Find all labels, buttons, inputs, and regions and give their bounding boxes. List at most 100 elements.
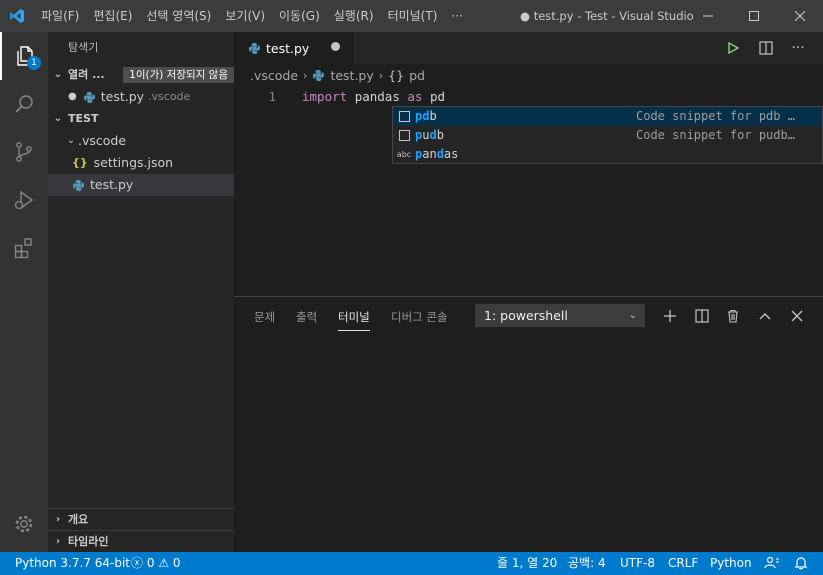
explorer-badge: 1: [27, 56, 41, 70]
code-keyword: as: [407, 89, 423, 104]
live-share-button[interactable]: [764, 552, 780, 575]
tab-output[interactable]: 출력: [296, 307, 317, 331]
trash-icon: [728, 309, 738, 323]
open-editor-item[interactable]: ● test.py .vscode: [48, 86, 234, 108]
maximize-panel-button[interactable]: [753, 304, 777, 328]
tree-file-test[interactable]: test.py: [48, 174, 234, 196]
tree-file-label: test.py: [90, 177, 134, 192]
activity-bar: 1: [0, 32, 48, 552]
menu-selection[interactable]: 선택 영역(S): [139, 0, 218, 32]
suggestion-detail: Code snippet for pudb…: [636, 128, 795, 142]
breadcrumb-symbol[interactable]: pd: [409, 68, 425, 83]
tab-test-py[interactable]: test.py: [234, 32, 354, 64]
unsaved-badge: 1이(가) 저장되지 않음: [123, 67, 234, 83]
chevron-right-icon: ›: [55, 514, 61, 525]
breadcrumb-file[interactable]: test.py: [330, 68, 373, 83]
variable-icon: {}: [388, 67, 405, 83]
close-panel-button[interactable]: [785, 304, 809, 328]
search-activity[interactable]: [0, 80, 48, 128]
text-kind-icon: abc: [396, 150, 412, 159]
window-title: ● test.py - Test - Visual Studio: [520, 9, 694, 23]
python-interpreter[interactable]: Python 3.7.7 64-bit: [15, 552, 130, 575]
python-file-icon: [313, 69, 325, 81]
extensions-activity[interactable]: [0, 224, 48, 272]
language-mode[interactable]: Python: [710, 552, 752, 575]
json-file-icon: {}: [72, 156, 88, 169]
cursor-position[interactable]: 줄 1, 열 20: [497, 552, 557, 575]
unsaved-dot-icon: ●: [68, 91, 77, 102]
code-keyword: import: [302, 89, 348, 104]
new-terminal-button[interactable]: [658, 304, 682, 328]
kill-terminal-button[interactable]: [721, 304, 745, 328]
suggestion-item[interactable]: pdb Code snippet for pdb …: [393, 107, 822, 126]
timeline-label: 타임라인: [68, 535, 109, 548]
minimize-icon: [703, 15, 713, 17]
open-editor-filename: test.py: [100, 89, 145, 104]
encoding[interactable]: UTF-8: [620, 552, 655, 575]
open-editors-section[interactable]: ⌄ 열려 ... 1이(가) 저장되지 않음: [48, 64, 234, 86]
menu-go[interactable]: 이동(G): [272, 0, 327, 32]
menu-terminal[interactable]: 터미널(T): [381, 0, 445, 32]
menu-bar: 파일(F) 편집(E) 선택 영역(S) 보기(V) 이동(G) 실행(R) 터…: [34, 0, 470, 32]
more-actions-button[interactable]: ···: [784, 32, 812, 64]
suggestion-item[interactable]: abc pandas: [393, 145, 822, 164]
feedback-icon: [764, 556, 779, 569]
split-terminal-button[interactable]: [690, 304, 714, 328]
chevron-down-icon: ⌄: [628, 310, 637, 321]
sidebar-title: 탐색기: [68, 41, 99, 54]
chevron-down-icon: ⌄: [53, 69, 63, 80]
play-icon: [728, 42, 739, 54]
menu-view[interactable]: 보기(V): [218, 0, 272, 32]
folder-section[interactable]: ⌄ TEST: [48, 108, 234, 130]
source-control-icon: [16, 142, 32, 162]
suggestion-item[interactable]: pudb Code snippet for pudb…: [393, 126, 822, 145]
tab-debug-console[interactable]: 디버그 콘솔: [391, 307, 448, 331]
gear-icon: [15, 515, 33, 533]
tab-problems[interactable]: 문제: [254, 307, 275, 331]
notifications-button[interactable]: [794, 552, 808, 575]
terminal-select[interactable]: 1: powershell ⌄: [475, 304, 645, 327]
close-icon: [791, 310, 803, 322]
chevron-right-icon: ›: [303, 68, 308, 82]
outline-label: 개요: [68, 513, 89, 526]
menu-file[interactable]: 파일(F): [34, 0, 86, 32]
split-editor-button[interactable]: [752, 32, 780, 64]
tree-file-label: settings.json: [93, 155, 174, 170]
warning-count: 0: [172, 556, 181, 570]
bottom-panel: 문제 출력 터미널 디버그 콘솔 1: powershell ⌄: [234, 296, 823, 552]
tree-folder-label: .vscode: [78, 133, 127, 148]
line-ending[interactable]: CRLF: [668, 552, 698, 575]
run-file-button[interactable]: [719, 32, 747, 64]
tree-file-settings[interactable]: {} settings.json: [48, 152, 234, 174]
breadcrumb-folder[interactable]: .vscode: [250, 68, 298, 83]
menu-edit[interactable]: 편집(E): [86, 0, 139, 32]
folder-label: TEST: [68, 112, 99, 125]
run-debug-activity[interactable]: [0, 176, 48, 224]
suggestion-detail: Code snippet for pdb …: [636, 109, 795, 123]
minimize-button[interactable]: [685, 0, 731, 32]
tree-folder-vscode[interactable]: ⌄ .vscode: [48, 130, 234, 152]
problems-status[interactable]: ⓧ 0 ⚠ 0: [131, 552, 181, 575]
open-editors-label: 열려 ...: [68, 68, 105, 81]
python-file-icon: [83, 91, 95, 103]
maximize-button[interactable]: [731, 0, 777, 32]
outline-section[interactable]: › 개요: [48, 508, 234, 531]
menu-run[interactable]: 실행(R): [327, 0, 381, 32]
split-terminal-icon: [695, 309, 709, 323]
explorer-activity[interactable]: 1: [0, 32, 48, 80]
run-debug-icon: [14, 190, 34, 210]
timeline-section[interactable]: › 타임라인: [48, 530, 234, 552]
source-control-activity[interactable]: [0, 128, 48, 176]
close-icon: [795, 11, 805, 21]
indentation[interactable]: 공백: 4: [568, 552, 606, 575]
warning-icon: ⚠: [158, 556, 170, 570]
close-window-button[interactable]: [777, 0, 823, 32]
chevron-right-icon: ›: [55, 536, 61, 547]
search-icon: [15, 95, 33, 113]
terminal-select-value: 1: powershell: [484, 308, 568, 323]
chevron-right-icon: ›: [378, 68, 384, 82]
manage-activity[interactable]: [0, 500, 48, 548]
menu-more[interactable]: ···: [444, 0, 469, 32]
tab-terminal[interactable]: 터미널: [338, 307, 370, 331]
unsaved-dot-icon[interactable]: [331, 42, 340, 51]
